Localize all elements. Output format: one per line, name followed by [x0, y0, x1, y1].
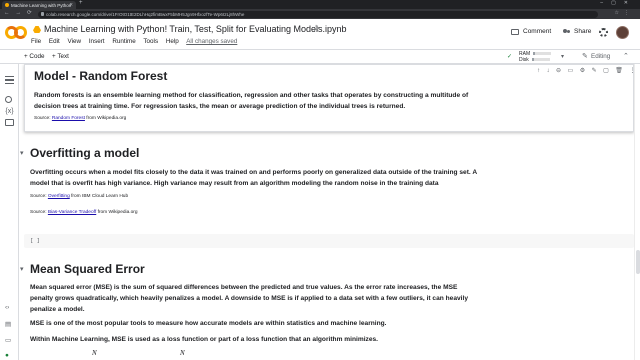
- move-up-icon[interactable]: ↑: [537, 68, 547, 74]
- notebook-toolbar: + Code + Text ✓ RAM Disk ▾ ✎ Editing ⌃: [0, 49, 640, 64]
- notebook-title[interactable]: Machine Learning with Python! Train, Tes…: [44, 24, 347, 34]
- navigation-buttons[interactable]: ←→⟳: [4, 10, 38, 16]
- bias-variance-link[interactable]: Bias-Variance Tradeoff: [48, 210, 96, 215]
- save-status[interactable]: All changes saved: [186, 38, 237, 45]
- link-icon[interactable]: ⊖: [556, 68, 568, 74]
- menu-insert[interactable]: Insert: [89, 38, 105, 45]
- window-controls[interactable]: –▢✕: [600, 0, 636, 6]
- menu-bar: File Edit View Insert Runtime Tools Help…: [31, 38, 243, 45]
- browser-tab[interactable]: Machine Learning with Python ✕: [2, 1, 76, 9]
- address-bar-row: ←→⟳ colab.research.google.com/drive/1FrO…: [0, 9, 640, 19]
- editing-mode-button[interactable]: Editing: [591, 53, 610, 60]
- overfitting-text: Overfitting occurs when a model fits clo…: [30, 169, 477, 187]
- collapse-section-icon[interactable]: ▾: [20, 265, 24, 273]
- disk-label: Disk: [519, 57, 529, 63]
- overfitting-link[interactable]: Overfitting: [48, 194, 70, 199]
- random-forest-heading: Model - Random Forest: [34, 69, 168, 83]
- formula-n2: N: [180, 349, 185, 357]
- edit-icon[interactable]: ✎: [592, 68, 604, 74]
- delete-icon[interactable]: 🗑: [615, 68, 629, 74]
- formula-n1: N: [92, 349, 97, 357]
- random-forest-source: Source: Random Forest from Wikipedia.org: [34, 116, 126, 121]
- menu-file[interactable]: File: [31, 38, 41, 45]
- source-prefix: Source:: [30, 194, 48, 199]
- comment-icon[interactable]: [511, 29, 519, 35]
- drive-icon: [33, 26, 41, 33]
- run-cell-prompt[interactable]: [ ]: [30, 237, 40, 244]
- chevron-down-icon[interactable]: ▾: [561, 53, 564, 60]
- cell-toolbar[interactable]: ↑↓⊖▭⚙✎▢🗑⋮: [537, 67, 634, 74]
- resource-monitor[interactable]: RAM Disk: [519, 51, 552, 63]
- random-forest-link[interactable]: Random Forest: [52, 116, 85, 121]
- lock-icon: [41, 12, 44, 16]
- close-tab-icon[interactable]: ✕: [69, 2, 73, 8]
- chevron-up-icon[interactable]: ⌃: [623, 52, 629, 60]
- pencil-icon: ✎: [582, 53, 588, 60]
- avatar[interactable]: [616, 26, 629, 39]
- notebook-content: ↑↓⊖▭⚙✎▢🗑⋮ Model - Random Forest Random f…: [20, 64, 634, 360]
- source-prefix: Source:: [30, 210, 48, 215]
- menu-help[interactable]: Help: [166, 38, 179, 45]
- disk-meter: [531, 58, 550, 62]
- random-forest-text: Random forests is an ensemble learning m…: [34, 92, 469, 110]
- search-icon[interactable]: [5, 96, 12, 103]
- share-button[interactable]: Share: [574, 28, 591, 35]
- mse-heading: Mean Squared Error: [30, 262, 145, 276]
- scrollbar[interactable]: [634, 64, 640, 360]
- mse-text-2: MSE is one of the most popular tools to …: [30, 320, 387, 327]
- star-icon[interactable]: ☆: [312, 23, 320, 34]
- comment-cell-icon[interactable]: ▭: [568, 68, 580, 74]
- status-icon: ●: [5, 352, 9, 359]
- text-cell-random-forest[interactable]: ↑↓⊖▭⚙✎▢🗑⋮ Model - Random Forest Random f…: [24, 64, 634, 132]
- menu-view[interactable]: View: [68, 38, 82, 45]
- url-text: colab.research.google.com/drive/1FrOtO1t…: [46, 11, 245, 17]
- scrollbar-thumb[interactable]: [636, 250, 640, 274]
- tab-title: Machine Learning with Python: [11, 2, 72, 8]
- terminal-icon[interactable]: ▭: [5, 336, 11, 344]
- comment-button[interactable]: Comment: [523, 28, 551, 35]
- source-prefix: Source:: [34, 116, 52, 121]
- overfitting-heading: Overfitting a model: [30, 146, 140, 160]
- command-palette-icon[interactable]: ▤: [5, 320, 11, 328]
- ram-meter: [533, 52, 552, 56]
- url-input[interactable]: colab.research.google.com/drive/1FrOtO1t…: [38, 10, 598, 18]
- menu-edit[interactable]: Edit: [49, 38, 60, 45]
- gear-icon[interactable]: [599, 28, 608, 37]
- colab-favicon-icon: [5, 3, 9, 7]
- bias-variance-source: Source: Bias-Variance Tradeoff from Wiki…: [30, 210, 138, 215]
- add-code-button[interactable]: + Code: [24, 53, 44, 60]
- mirror-icon[interactable]: ▢: [603, 68, 615, 74]
- overfitting-source: Source: Overfitting from IBM Cloud Learn…: [30, 194, 128, 199]
- settings-icon[interactable]: ⚙: [580, 68, 592, 74]
- code-snippets-icon[interactable]: ‹›: [5, 304, 9, 311]
- mse-text-3: Within Machine Learning, MSE is used as …: [30, 336, 378, 343]
- left-sidebar: {x} ‹› ▤ ▭ ●: [0, 64, 19, 360]
- menu-tools[interactable]: Tools: [143, 38, 158, 45]
- variables-icon[interactable]: {x}: [5, 107, 14, 116]
- menu-runtime[interactable]: Runtime: [112, 38, 135, 45]
- colab-logo-icon[interactable]: [5, 26, 27, 40]
- table-of-contents-icon[interactable]: [5, 76, 14, 84]
- mse-text-1: Mean squared error (MSE) is the sum of s…: [30, 284, 468, 313]
- browser-tab-bar: Machine Learning with Python ✕ + –▢✕: [0, 0, 640, 9]
- source-suffix: from Wikipedia.org: [96, 210, 138, 215]
- move-down-icon[interactable]: ↓: [547, 68, 557, 74]
- browser-extensions[interactable]: ☆⋮: [615, 10, 634, 16]
- source-suffix: from Wikipedia.org: [84, 116, 127, 121]
- new-tab-button[interactable]: +: [79, 0, 83, 6]
- code-cell[interactable]: [ ]: [24, 234, 634, 248]
- add-text-button[interactable]: + Text: [52, 53, 69, 60]
- source-suffix: from IBM Cloud Learn Hub: [69, 194, 129, 199]
- share-icon[interactable]: [563, 29, 571, 36]
- collapse-section-icon[interactable]: ▾: [20, 149, 24, 157]
- connected-check-icon: ✓: [507, 54, 513, 60]
- folder-icon[interactable]: [5, 119, 14, 126]
